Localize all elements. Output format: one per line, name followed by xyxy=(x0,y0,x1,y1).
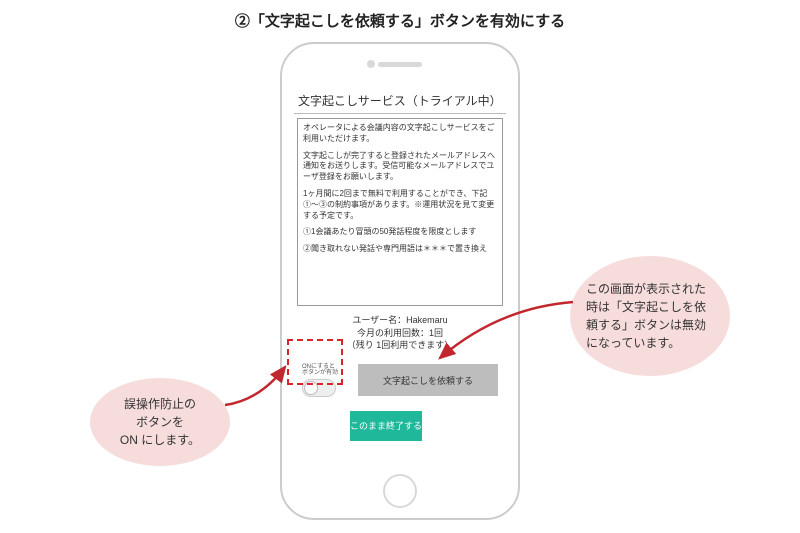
phone-frame: 文字起こしサービス（トライアル中） オペレータによる会議内容の文字起こしサービス… xyxy=(280,42,520,520)
toggle-knob-icon xyxy=(304,381,318,395)
info-paragraph: ②聞き取れない発話や専門用語は＊＊＊で置き換え xyxy=(303,244,497,255)
phone-camera-icon xyxy=(367,60,375,68)
callout-left-text: 誤操作防止の ボタンを ON にします。 xyxy=(120,395,200,449)
page-title: ②「文字起こしを依頼する」ボタンを有効にする xyxy=(0,0,800,31)
enable-toggle[interactable] xyxy=(302,379,336,397)
enable-toggle-wrap: ONにすると ボタンが有効 xyxy=(302,364,348,397)
request-transcription-button[interactable]: 文字起こしを依頼する xyxy=(358,364,498,396)
callout-right: この画面が表示された時は「文字起こしを依頼する」ボタンは無効になっています。 xyxy=(570,256,730,376)
callout-left: 誤操作防止の ボタンを ON にします。 xyxy=(90,378,230,466)
remaining-line: （残り 1回利用できます） xyxy=(294,339,506,352)
info-paragraph: 文字起こしが完了すると登録されたメールアドレスへ通知をお送りします。受信可能なメ… xyxy=(303,151,497,183)
finish-button[interactable]: このまま終了する xyxy=(350,411,422,441)
service-info-box: オペレータによる会議内容の文字起こしサービスをご利用いただけます。 文字起こしが… xyxy=(297,118,503,306)
info-paragraph: オペレータによる会議内容の文字起こしサービスをご利用いただけます。 xyxy=(303,123,497,145)
phone-home-button xyxy=(383,474,417,508)
controls-row: ONにすると ボタンが有効 文字起こしを依頼する xyxy=(302,364,498,397)
usage-count-line: 今月の利用回数：1回 xyxy=(294,327,506,340)
user-name-line: ユーザー名：Hakemaru xyxy=(294,314,506,327)
phone-speaker-icon xyxy=(378,62,422,67)
service-title: 文字起こしサービス（トライアル中） xyxy=(294,88,506,114)
user-info-block: ユーザー名：Hakemaru 今月の利用回数：1回 （残り 1回利用できます） xyxy=(294,314,506,352)
enable-toggle-label: ONにすると ボタンが有効 xyxy=(302,364,348,377)
callout-right-text: この画面が表示された時は「文字起こしを依頼する」ボタンは無効になっています。 xyxy=(586,280,714,352)
info-paragraph: ①1会議あたり冒頭の50発話程度を限度とします xyxy=(303,227,497,238)
phone-screen: 文字起こしサービス（トライアル中） オペレータによる会議内容の文字起こしサービス… xyxy=(294,88,506,464)
info-paragraph: 1ヶ月間に2回まで無料で利用することができ、下記①〜③の制約事項があります。※運… xyxy=(303,189,497,221)
